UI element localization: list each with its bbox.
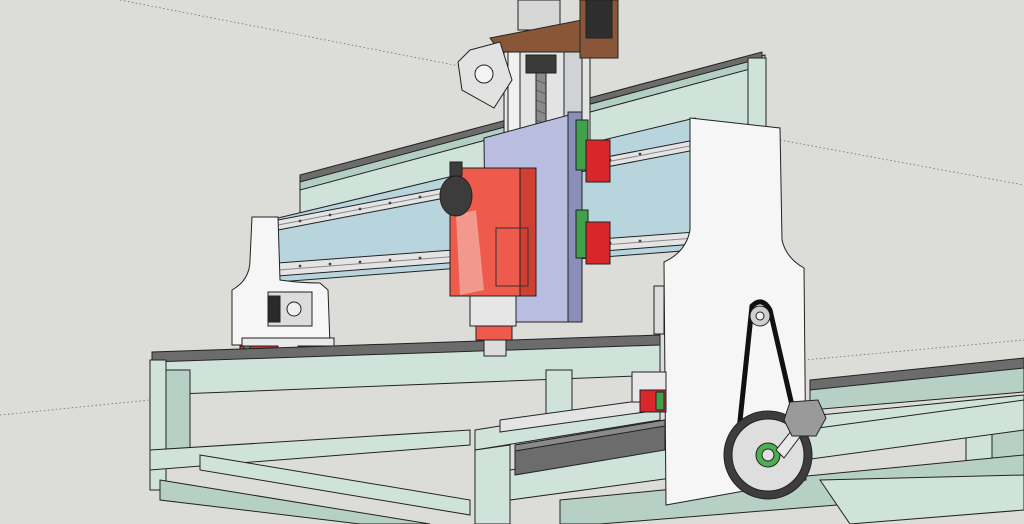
cnc-router-model: [0, 0, 1024, 524]
spindle-connector: [439, 175, 473, 217]
